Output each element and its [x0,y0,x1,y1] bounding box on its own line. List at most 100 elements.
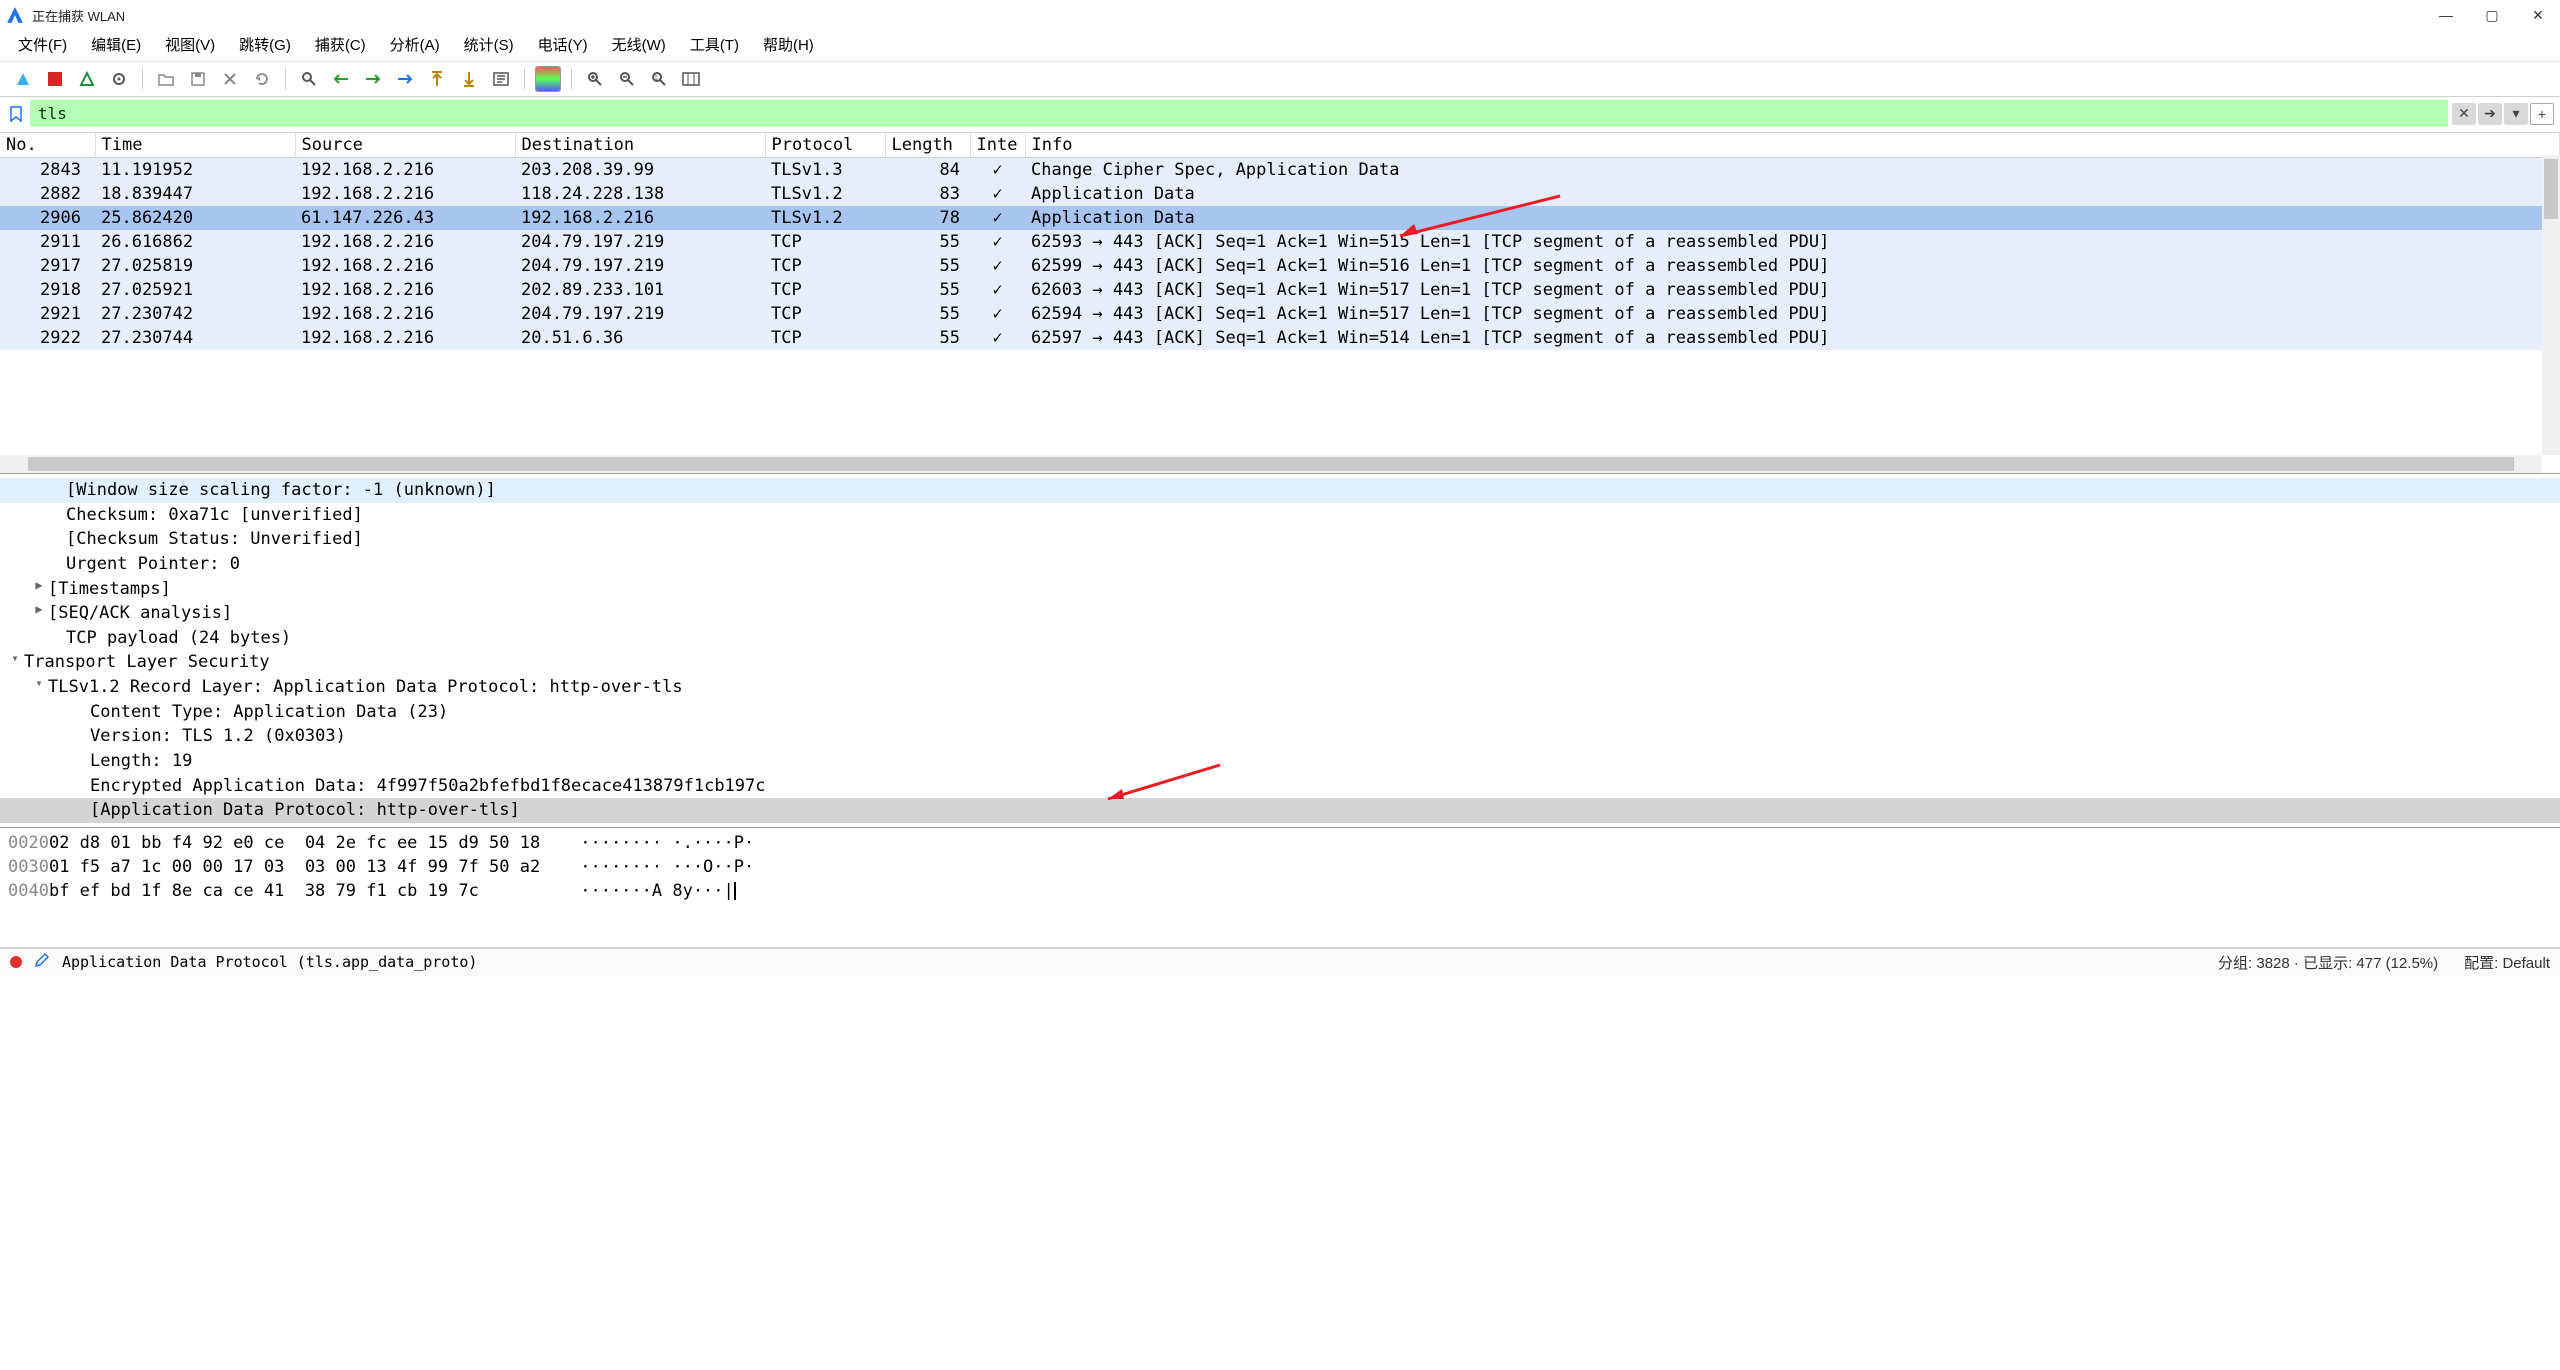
col-protocol[interactable]: Protocol [765,133,885,158]
apply-filter-button[interactable]: ➔ [2478,103,2502,125]
cell: 25.862420 [95,206,295,230]
cell: 20.51.6.36 [515,326,765,350]
menu-edit[interactable]: 编辑(E) [91,34,141,55]
hex-bytes[interactable]: 01 f5 a7 1c 00 00 17 03 03 00 13 4f 99 7… [49,856,540,880]
save-file-icon[interactable] [185,66,211,92]
stop-capture-icon[interactable] [42,66,68,92]
packet-bytes-pane[interactable]: 0020 0030 0040 02 d8 01 bb f4 92 e0 ce 0… [0,828,2560,948]
start-capture-icon[interactable] [10,66,36,92]
resize-columns-icon[interactable] [678,66,704,92]
tree-line[interactable]: [Timestamps] [48,577,171,602]
chevron-down-icon[interactable]: ▾ [30,675,48,692]
display-filter-input[interactable] [30,100,2448,127]
tree-line[interactable]: Checksum: 0xa71c [unverified] [66,503,363,528]
tree-line[interactable]: [Window size scaling factor: -1 (unknown… [66,480,496,500]
tree-line[interactable]: Content Type: Application Data (23) [90,700,448,725]
col-no[interactable]: No. [0,133,95,158]
menu-file[interactable]: 文件(F) [18,34,67,55]
find-packet-icon[interactable] [296,66,322,92]
tree-line[interactable]: [Application Data Protocol: http-over-tl… [90,800,520,820]
cell: 84 [885,158,970,183]
reload-icon[interactable] [249,66,275,92]
zoom-out-icon[interactable] [614,66,640,92]
packet-vscroll[interactable] [2542,155,2560,455]
table-row[interactable]: 292127.230742192.168.2.216204.79.197.219… [0,302,2560,326]
menu-help[interactable]: 帮助(H) [763,34,814,55]
app-icon [6,6,24,24]
open-file-icon[interactable] [153,66,179,92]
maximize-button[interactable]: ▢ [2482,5,2502,25]
menu-capture[interactable]: 捕获(C) [315,34,366,55]
cell: 2911 [0,230,95,254]
packet-details-pane[interactable]: [Window size scaling factor: -1 (unknown… [0,474,2560,828]
tree-line[interactable]: [Checksum Status: Unverified] [66,527,363,552]
cell: 61.147.226.43 [295,206,515,230]
cell: Change Cipher Spec, Application Data [1025,158,2560,183]
chevron-down-icon[interactable]: ▾ [6,650,24,667]
bookmark-filter-icon[interactable] [6,104,26,124]
table-row[interactable]: 291727.025819192.168.2.216204.79.197.219… [0,254,2560,278]
hex-bytes[interactable]: bf ef bd 1f 8e ca ce 41 38 79 f1 cb 19 7… [49,880,540,904]
capture-options-icon[interactable] [106,66,132,92]
col-inte[interactable]: Inte [970,133,1025,158]
table-row[interactable]: 284311.191952192.168.2.216203.208.39.99T… [0,158,2560,183]
menu-telephony[interactable]: 电话(Y) [538,34,588,55]
expert-info-icon[interactable] [10,956,22,968]
cell: Application Data [1025,182,2560,206]
hex-bytes[interactable]: 02 d8 01 bb f4 92 e0 ce 04 2e fc ee 15 d… [49,832,540,856]
tree-line[interactable]: Encrypted Application Data: 4f997f50a2bf… [90,774,766,799]
clear-filter-button[interactable]: ✕ [2452,103,2476,125]
chevron-right-icon[interactable]: ▶ [30,577,48,594]
table-row[interactable]: 291126.616862192.168.2.216204.79.197.219… [0,230,2560,254]
go-to-packet-icon[interactable] [392,66,418,92]
tree-line[interactable]: TCP payload (24 bytes) [66,626,291,651]
close-file-icon[interactable] [217,66,243,92]
table-row[interactable]: 288218.839447192.168.2.216118.24.228.138… [0,182,2560,206]
chevron-right-icon[interactable]: ▶ [30,601,48,618]
col-destination[interactable]: Destination [515,133,765,158]
go-last-icon[interactable] [456,66,482,92]
table-row[interactable]: 292227.230744192.168.2.21620.51.6.36TCP5… [0,326,2560,350]
cell: ✓ [970,278,1025,302]
col-length[interactable]: Length [885,133,970,158]
zoom-reset-icon[interactable]: 1 [646,66,672,92]
zoom-in-icon[interactable] [582,66,608,92]
add-filter-button[interactable]: + [2530,103,2554,125]
colorize-icon[interactable] [535,66,561,92]
menu-statistics[interactable]: 统计(S) [464,34,514,55]
packet-hscroll[interactable] [0,455,2542,473]
menu-go[interactable]: 跳转(G) [239,34,291,55]
edit-icon[interactable] [34,952,50,972]
restart-capture-icon[interactable] [74,66,100,92]
col-source[interactable]: Source [295,133,515,158]
cell: 55 [885,254,970,278]
table-row[interactable]: 290625.86242061.147.226.43192.168.2.216T… [0,206,2560,230]
go-first-icon[interactable] [424,66,450,92]
cell: 78 [885,206,970,230]
col-time[interactable]: Time [95,133,295,158]
cell: ✓ [970,230,1025,254]
menu-view[interactable]: 视图(V) [165,34,215,55]
cell: 62593 → 443 [ACK] Seq=1 Ack=1 Win=515 Le… [1025,230,2560,254]
menu-analyze[interactable]: 分析(A) [390,34,440,55]
tree-line[interactable]: Length: 19 [90,749,192,774]
auto-scroll-icon[interactable] [488,66,514,92]
tree-line[interactable]: [SEQ/ACK analysis] [48,601,232,626]
tree-line[interactable]: Urgent Pointer: 0 [66,552,240,577]
menu-tools[interactable]: 工具(T) [690,34,739,55]
go-forward-icon[interactable] [360,66,386,92]
minimize-button[interactable]: — [2436,5,2456,25]
go-back-icon[interactable] [328,66,354,92]
status-packet-counts: 分组: 3828 · 已显示: 477 (12.5%) [2218,952,2438,973]
close-button[interactable]: ✕ [2528,5,2548,25]
table-row[interactable]: 291827.025921192.168.2.216202.89.233.101… [0,278,2560,302]
tree-line[interactable]: TLSv1.2 Record Layer: Application Data P… [48,675,683,700]
col-info[interactable]: Info [1025,133,2560,158]
filter-history-button[interactable]: ▾ [2504,103,2528,125]
tree-line[interactable]: Transport Layer Security [24,650,270,675]
status-profile[interactable]: 配置: Default [2464,952,2550,973]
tree-line[interactable]: Version: TLS 1.2 (0x0303) [90,724,346,749]
cell: 204.79.197.219 [515,302,765,326]
cell: 27.025921 [95,278,295,302]
menu-wireless[interactable]: 无线(W) [612,34,666,55]
